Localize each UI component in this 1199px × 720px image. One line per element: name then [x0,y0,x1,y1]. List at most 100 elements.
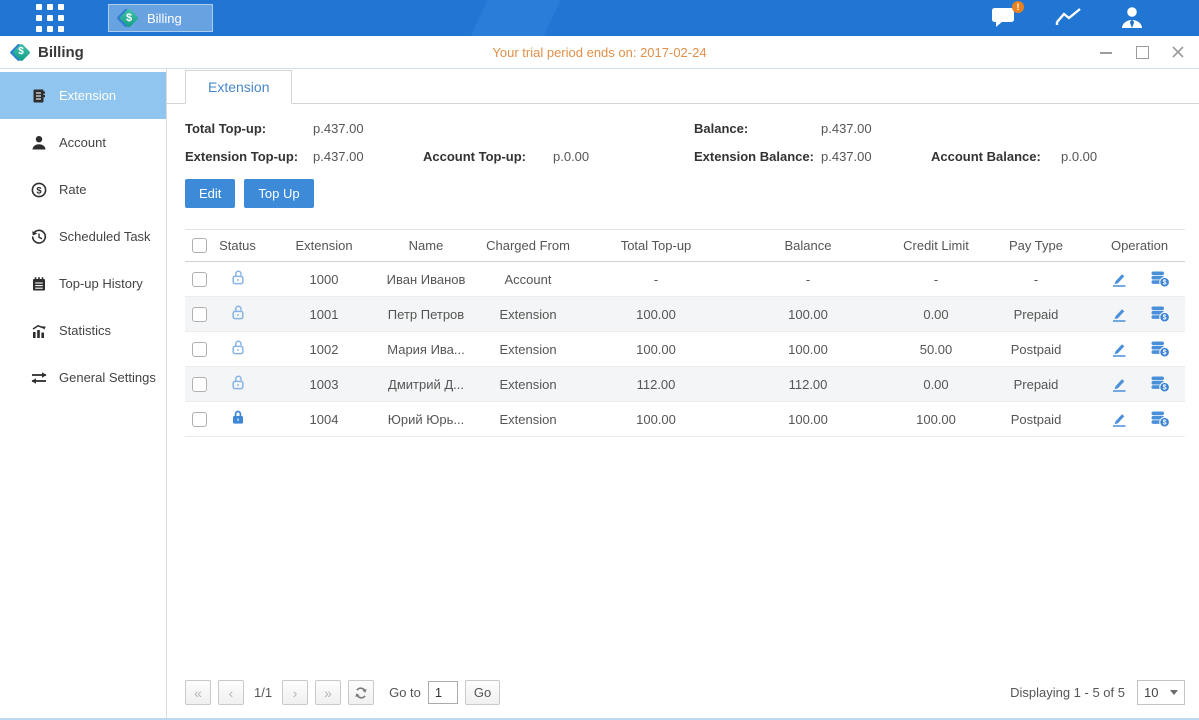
sidebar: Extension Account $ Rate [0,69,167,718]
topup-row-icon[interactable]: $ [1150,375,1170,393]
window-title: Billing [38,44,84,61]
minimize-icon[interactable] [1099,45,1113,59]
balance-label: Balance: [694,121,821,136]
sidebar-item-statistics[interactable]: Statistics [0,307,166,354]
charged-from-cell: Extension [466,332,590,367]
content: Extension Total Top-up: p.437.00 Extensi… [167,69,1199,718]
edit-row-icon[interactable] [1110,271,1128,288]
topbar-icons: ! [991,5,1147,31]
status-cell [213,402,262,437]
row-checkbox[interactable] [192,307,207,322]
prev-page-button[interactable]: ‹ [218,680,244,705]
topup-row-icon[interactable]: $ [1150,340,1170,358]
edit-button[interactable]: Edit [185,179,235,208]
first-page-button[interactable]: « [185,680,211,705]
user-account-icon[interactable] [1119,5,1147,31]
page-size-select[interactable]: 10 [1137,680,1185,705]
topup-row-icon[interactable]: $ [1150,410,1170,428]
close-icon[interactable] [1171,45,1185,59]
resource-monitor-icon[interactable] [1055,5,1083,31]
col-charged-from: Charged From [466,230,590,262]
topup-history-icon [31,276,47,292]
charged-from-cell: Extension [466,402,590,437]
statistics-icon [31,323,47,339]
edit-row-icon[interactable] [1110,411,1128,428]
unlocked-icon[interactable] [230,269,246,286]
pay-type-cell: Postpaid [978,332,1094,367]
sidebar-item-extension[interactable]: Extension [0,72,166,119]
window-controls [1099,45,1185,59]
maximize-icon[interactable] [1135,45,1149,59]
pay-type-cell: Prepaid [978,297,1094,332]
sidebar-item-general-settings[interactable]: General Settings [0,354,166,401]
pay-type-cell: Postpaid [978,402,1094,437]
row-checkbox[interactable] [192,377,207,392]
total-topup-cell: 112.00 [590,367,722,402]
notifications-icon[interactable]: ! [991,5,1019,31]
row-checkbox[interactable] [192,342,207,357]
extension-topup-label: Extension Top-up: [185,149,313,164]
unlocked-icon[interactable] [230,304,246,321]
displaying-label: Displaying 1 - 5 of 5 [1010,685,1125,700]
apps-grid-icon[interactable] [36,4,64,32]
balance-cell: 100.00 [722,402,894,437]
balance-cell: 100.00 [722,297,894,332]
extension-balance-value: p.437.00 [821,149,931,164]
go-button[interactable]: Go [465,680,500,705]
footer-right: Displaying 1 - 5 of 5 10 [1010,680,1185,705]
col-total-topup: Total Top-up [590,230,722,262]
edit-row-icon[interactable] [1110,341,1128,358]
svg-text:$: $ [1162,350,1166,357]
taskbar-item-label: Billing [147,11,182,26]
refresh-button[interactable] [348,680,374,705]
col-operation: Operation [1094,230,1185,262]
edit-row-icon[interactable] [1110,306,1128,323]
unlocked-icon[interactable] [230,339,246,356]
balance-value: p.437.00 [821,121,931,136]
goto-page-input[interactable] [428,681,458,704]
locked-icon[interactable] [230,409,246,426]
credit-limit-cell: 0.00 [894,367,978,402]
next-page-button[interactable]: › [282,680,308,705]
sidebar-item-topup-history[interactable]: Top-up History [0,260,166,307]
select-all-checkbox[interactable] [192,238,207,253]
sidebar-item-rate[interactable]: $ Rate [0,166,166,213]
sidebar-label: General Settings [59,370,156,385]
status-cell [213,332,262,367]
status-cell [213,262,262,297]
col-balance: Balance [722,230,894,262]
charged-from-cell: Account [466,262,590,297]
account-topup-value: p.0.00 [553,149,694,164]
summary-left: Total Top-up: p.437.00 Extension Top-up:… [185,121,694,164]
topup-row-icon[interactable]: $ [1150,305,1170,323]
row-checkbox[interactable] [192,272,207,287]
unlocked-icon[interactable] [230,374,246,391]
scheduled-task-icon [31,229,47,245]
status-cell [213,367,262,402]
refresh-icon [354,686,368,700]
last-page-button[interactable]: » [315,680,341,705]
sidebar-item-scheduled-task[interactable]: Scheduled Task [0,213,166,260]
topup-button[interactable]: Top Up [244,179,313,208]
extension-topup-value: p.437.00 [313,149,423,164]
extension-cell: 1002 [262,332,386,367]
col-status: Status [213,230,262,262]
topup-row-icon[interactable]: $ [1150,270,1170,288]
table-row: 1000 Иван Иванов Account - - - - [185,262,1185,297]
row-checkbox[interactable] [192,412,207,427]
table-row: 1003 Дмитрий Д... Extension 112.00 112.0… [185,367,1185,402]
summary-panel: Total Top-up: p.437.00 Extension Top-up:… [185,121,1185,164]
edit-row-icon[interactable] [1110,376,1128,393]
extension-cell: 1001 [262,297,386,332]
account-icon [31,135,47,151]
svg-text:$: $ [1162,315,1166,322]
extension-cell: 1004 [262,402,386,437]
taskbar-item-billing[interactable]: $ Billing [108,4,213,32]
tab-extension[interactable]: Extension [185,70,292,104]
sidebar-item-account[interactable]: Account [0,119,166,166]
trial-notice: Your trial period ends on: 2017-02-24 [0,45,1199,60]
billing-window-icon: $ [12,43,30,61]
table-body: 1000 Иван Иванов Account - - - - [185,262,1185,437]
account-balance-label: Account Balance: [931,149,1061,164]
sidebar-label: Extension [59,88,116,103]
